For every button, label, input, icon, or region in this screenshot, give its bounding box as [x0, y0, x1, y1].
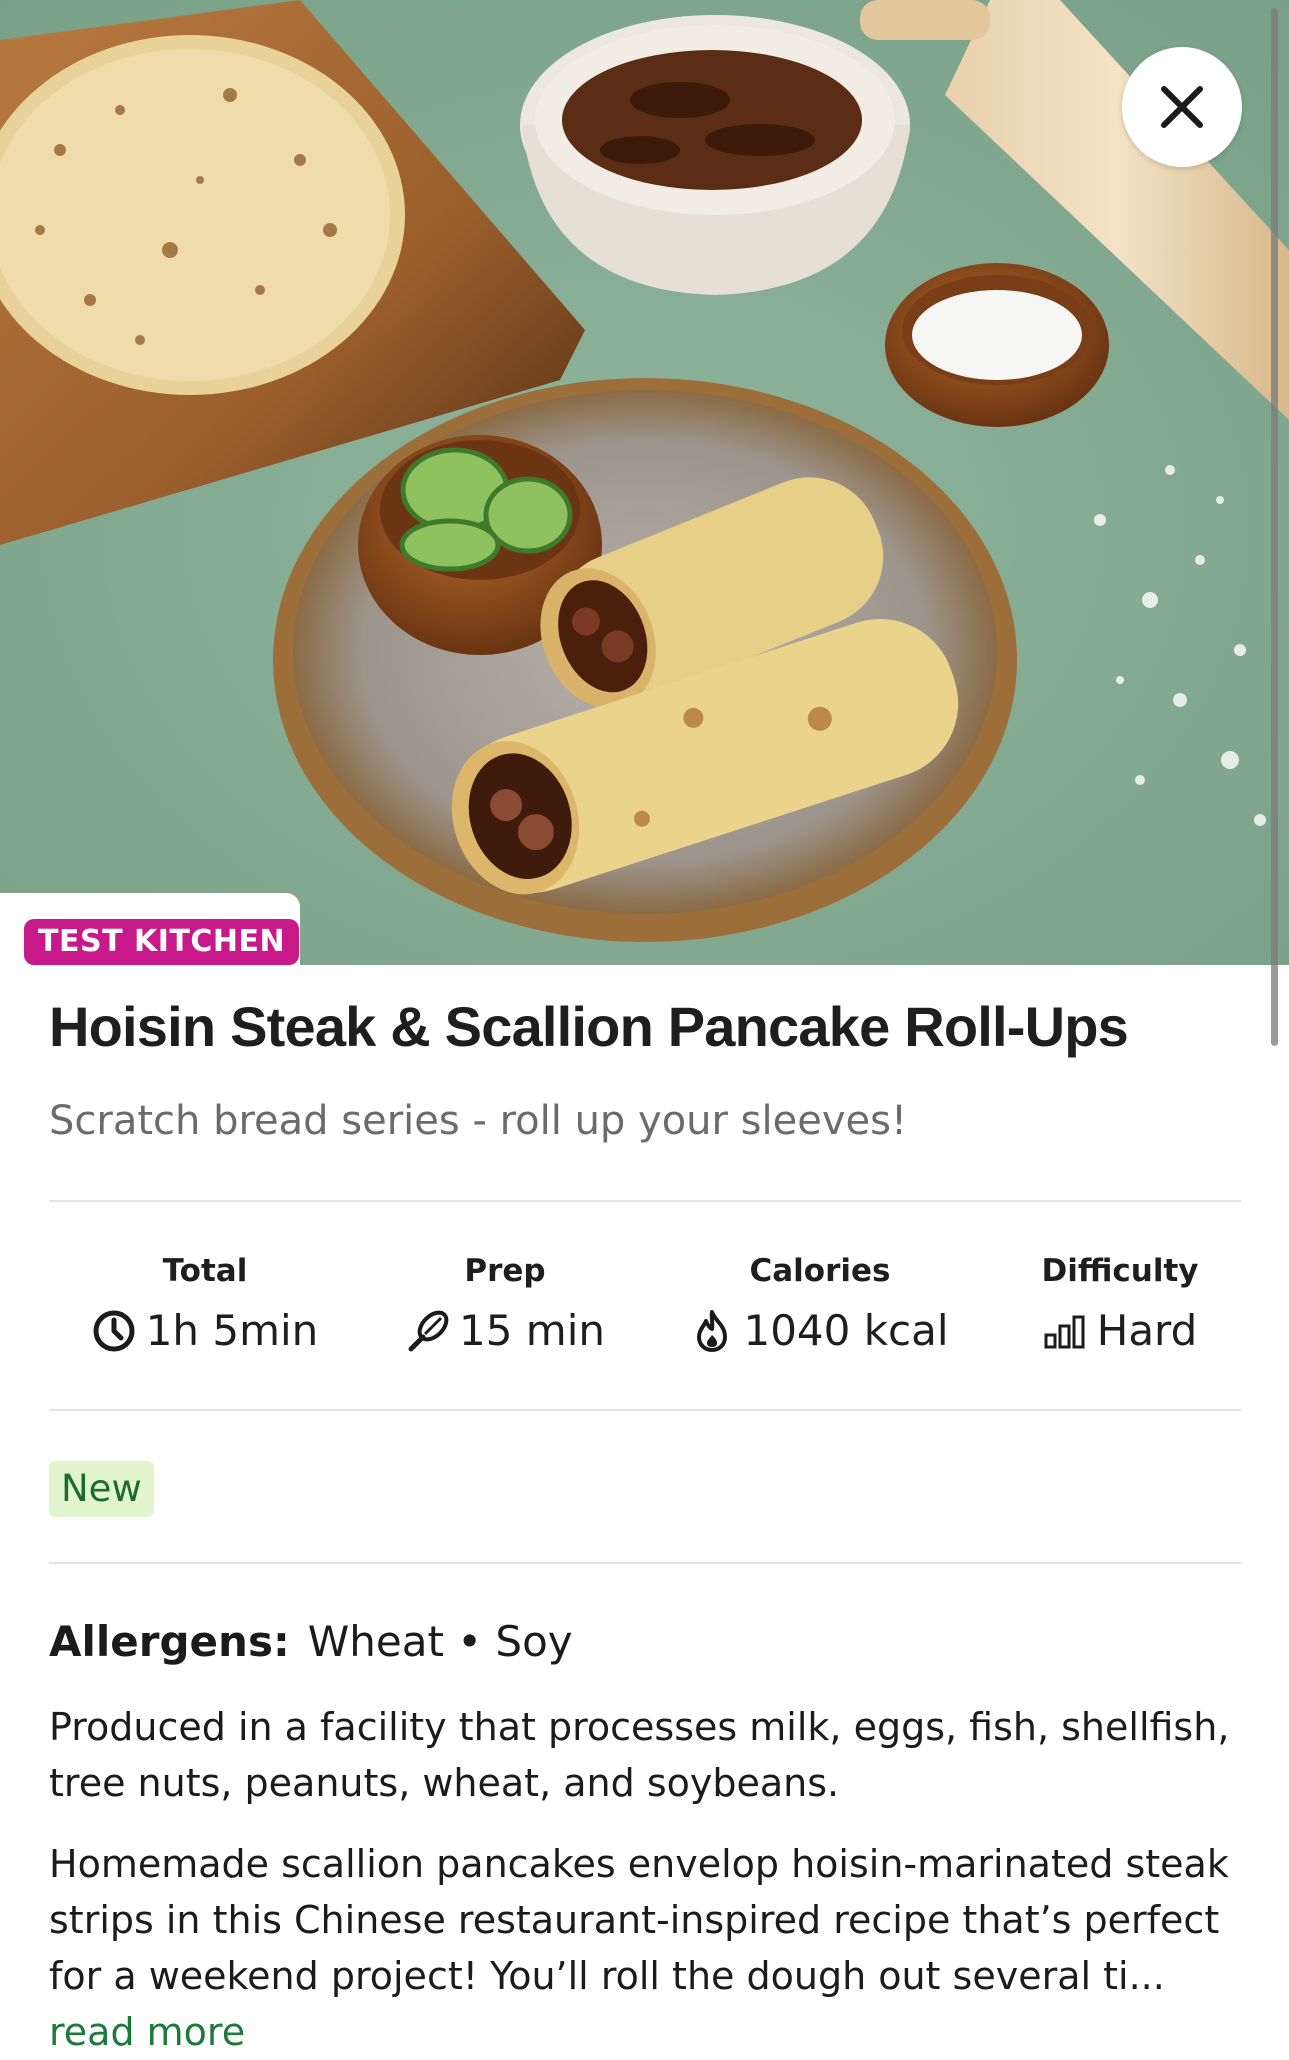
close-icon — [1161, 86, 1203, 128]
stat-value: 15 min — [459, 1306, 605, 1355]
stat-label: Difficulty — [1041, 1253, 1199, 1289]
allergens-value: Wheat • Soy — [307, 1617, 573, 1666]
scrollbar[interactable] — [1271, 8, 1278, 1046]
recipe-hero-image — [0, 0, 1289, 965]
divider — [49, 1562, 1241, 1564]
clock-icon — [93, 1310, 135, 1352]
stat-value: 1040 kcal — [743, 1306, 949, 1355]
stat-label: Calories — [749, 1253, 891, 1289]
test-kitchen-badge: TEST KITCHEN — [24, 919, 300, 965]
close-button[interactable] — [1122, 47, 1242, 167]
allergens-label: Allergens: — [49, 1617, 290, 1666]
flame-icon — [697, 1310, 728, 1352]
stat-difficulty: Difficulty Hard — [1005, 1251, 1235, 1357]
divider — [49, 1409, 1241, 1411]
difficulty-bars-icon — [1044, 1315, 1085, 1349]
divider — [49, 1200, 1241, 1202]
recipe-description: Homemade scallion pancakes envelop hoisi… — [49, 1836, 1259, 2060]
whisk-icon — [408, 1310, 449, 1352]
recipe-title: Hoisin Steak & Scallion Pancake Roll-Ups — [49, 995, 1129, 1058]
stat-value: 1h 5min — [145, 1306, 319, 1355]
new-tag: New — [49, 1461, 154, 1517]
description-text: Homemade scallion pancakes envelop hoisi… — [49, 1842, 1229, 1998]
recipe-subtitle: Scratch bread series - roll up your slee… — [49, 1098, 908, 1144]
read-more-link[interactable]: read more — [49, 2010, 245, 2054]
facility-note: Produced in a facility that processes mi… — [49, 1705, 1230, 1805]
stat-label: Total — [162, 1253, 248, 1289]
allergens-row: Allergens: Wheat • Soy — [49, 1614, 1249, 1670]
stat-label: Prep — [464, 1253, 546, 1289]
stat-calories: Calories 1040 kcal — [665, 1251, 975, 1357]
stat-prep: Prep 15 min — [370, 1251, 640, 1357]
stat-value: Hard — [1096, 1306, 1198, 1355]
stat-total: Total 1h 5min — [60, 1251, 350, 1357]
